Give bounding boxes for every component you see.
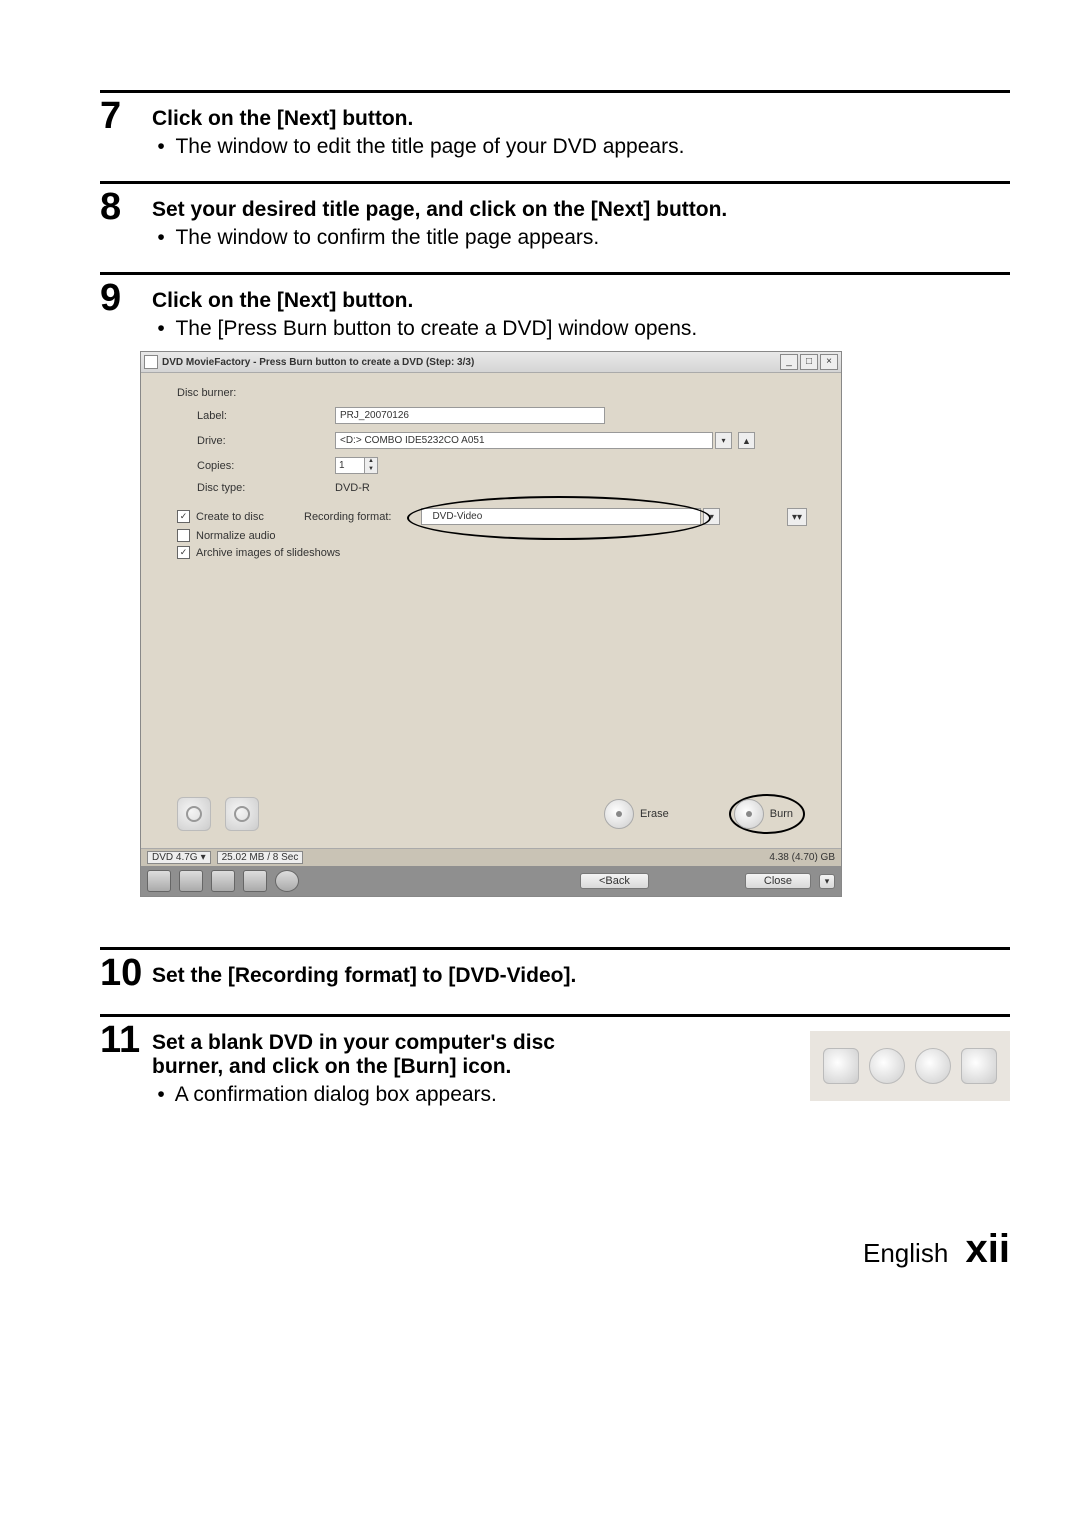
step-11: 11 Set a blank DVD in your computer's di… xyxy=(100,1014,1010,1107)
eject-button[interactable]: ▲ xyxy=(738,432,755,449)
total-capacity-label: 4.38 (4.70) GB xyxy=(769,852,835,863)
create-to-disc-label: Create to disc xyxy=(196,511,304,523)
toolbar-illustration xyxy=(810,1031,1010,1101)
recording-format-label: Recording format: xyxy=(304,511,391,523)
step-sub: The [Press Burn button to create a DVD] … xyxy=(175,317,697,340)
drive-label: Drive: xyxy=(157,435,335,447)
drive-dropdown-icon[interactable]: ▾ xyxy=(715,432,732,449)
step-10: 10 Set the [Recording format] to [DVD-Vi… xyxy=(100,947,1010,992)
step-title: Set the [Recording format] to [DVD-Video… xyxy=(152,964,576,987)
camera-icon xyxy=(961,1048,997,1084)
drive-select[interactable]: <D:> COMBO IDE5232CO A051 xyxy=(335,432,713,449)
bullet-icon: • xyxy=(152,1083,170,1107)
recording-format-select[interactable]: DVD-Video xyxy=(421,508,701,525)
maximize-button[interactable]: □ xyxy=(800,354,818,370)
step-down-icon[interactable]: ▼ xyxy=(365,466,377,474)
step-sub: The window to edit the title page of you… xyxy=(175,135,684,158)
step-sub: The window to confirm the title page app… xyxy=(175,226,599,249)
step-number: 8 xyxy=(100,188,152,226)
erase-button[interactable]: Erase xyxy=(604,799,669,829)
status-bar: DVD 4.7G▾ 25.02 MB / 8 Sec 4.38 (4.70) G… xyxy=(141,848,841,866)
language-label: English xyxy=(863,1238,948,1268)
copies-stepper[interactable]: 1 ▲▼ xyxy=(335,457,378,474)
expand-more-button[interactable]: ▾▾ xyxy=(787,508,807,526)
label-input[interactable]: PRJ_20070126 xyxy=(335,407,605,424)
disctype-label: Disc type: xyxy=(157,482,335,494)
step-8: 8 Set your desired title page, and click… xyxy=(100,181,1010,250)
close-button[interactable]: × xyxy=(820,354,838,370)
recording-format-dropdown-icon[interactable]: ▾ xyxy=(703,508,720,525)
bullet-icon: • xyxy=(152,135,170,159)
gear-icon xyxy=(869,1048,905,1084)
clapper-icon xyxy=(823,1048,859,1084)
window-title: DVD MovieFactory - Press Burn button to … xyxy=(162,357,778,368)
erase-disc-icon xyxy=(604,799,634,829)
page-footer: English xii xyxy=(100,1227,1010,1272)
close-menu-dropdown[interactable]: ▾ xyxy=(819,874,835,889)
copies-value: 1 xyxy=(336,458,364,473)
step-9: 9 Click on the [Next] button. • The [Pre… xyxy=(100,272,1010,341)
create-to-disc-checkbox[interactable]: ✓ xyxy=(177,510,190,523)
bullet-icon: • xyxy=(152,226,170,250)
disc-tool-icon[interactable] xyxy=(177,797,211,831)
page-number: xii xyxy=(966,1227,1010,1271)
section-label: Disc burner: xyxy=(157,387,315,399)
step-title: Set a blank DVD in your computer's disc … xyxy=(152,1031,592,1079)
burn-label: Burn xyxy=(770,808,793,820)
toolbar-icon-3[interactable] xyxy=(211,870,235,892)
burn-disc-icon xyxy=(734,799,764,829)
normalize-audio-label: Normalize audio xyxy=(196,530,275,542)
window-titlebar: DVD MovieFactory - Press Burn button to … xyxy=(141,352,841,373)
folder-tool-icon[interactable] xyxy=(225,797,259,831)
label-label: Label: xyxy=(157,410,335,422)
copies-label: Copies: xyxy=(157,460,335,472)
toolbar-icon-4[interactable] xyxy=(243,870,267,892)
step-number: 7 xyxy=(100,97,152,135)
archive-images-label: Archive images of slideshows xyxy=(196,547,340,559)
step-title: Set your desired title page, and click o… xyxy=(152,198,1010,222)
toolbar-icon-2[interactable] xyxy=(179,870,203,892)
disc-capacity-select[interactable]: DVD 4.7G▾ xyxy=(147,851,211,864)
step-7: 7 Click on the [Next] button. • The wind… xyxy=(100,90,1010,159)
back-button[interactable]: <Back xyxy=(580,873,649,889)
normalize-audio-checkbox[interactable] xyxy=(177,529,190,542)
bottom-toolbar: <Back Close ▾ xyxy=(141,866,841,896)
toolbar-icon-1[interactable] xyxy=(147,870,171,892)
disctype-value: DVD-R xyxy=(335,482,370,494)
step-number: 9 xyxy=(100,279,152,317)
erase-label: Erase xyxy=(640,808,669,820)
step-title: Click on the [Next] button. xyxy=(152,107,1010,131)
help-icon[interactable] xyxy=(275,870,299,892)
archive-images-checkbox[interactable]: ✓ xyxy=(177,546,190,559)
app-icon xyxy=(144,355,158,369)
burn-button[interactable]: Burn xyxy=(729,794,805,834)
step-number: 10 xyxy=(100,954,152,992)
project-size-label: 25.02 MB / 8 Sec xyxy=(217,851,304,864)
step-title: Click on the [Next] button. xyxy=(152,289,1010,313)
close-bottom-button[interactable]: Close xyxy=(745,873,811,889)
dvd-window: DVD MovieFactory - Press Burn button to … xyxy=(140,351,842,897)
step-sub: A confirmation dialog box appears. xyxy=(175,1083,497,1106)
step-up-icon[interactable]: ▲ xyxy=(365,458,377,466)
step-number: 11 xyxy=(100,1021,152,1059)
chevron-down-icon: ▾ xyxy=(201,852,206,863)
bullet-icon: • xyxy=(152,317,170,341)
minimize-button[interactable]: _ xyxy=(780,354,798,370)
disc-icon xyxy=(915,1048,951,1084)
